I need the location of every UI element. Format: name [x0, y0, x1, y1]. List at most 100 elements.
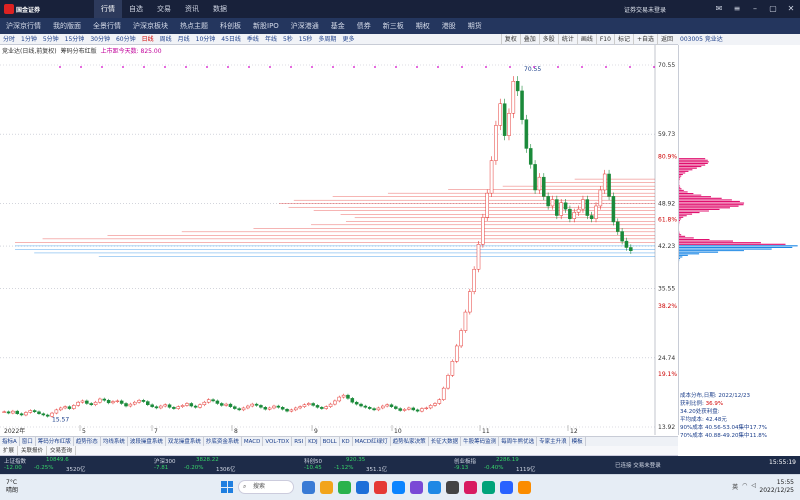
chip-distribution-panel[interactable] — [678, 45, 800, 435]
indicator-tab-11[interactable]: KDJ — [306, 436, 321, 447]
tool-1[interactable]: 叠加 — [519, 34, 539, 45]
weather-widget[interactable]: 7°C 晴朗 — [6, 479, 18, 495]
event-marker[interactable] — [395, 66, 397, 68]
indicator-tab-7[interactable]: 抄底资金系统 — [204, 436, 242, 447]
period-13[interactable]: 5秒 — [280, 34, 296, 45]
event-marker[interactable] — [374, 66, 376, 68]
menu-0[interactable]: 行情 — [94, 0, 122, 18]
period-8[interactable]: 月线 — [175, 34, 193, 45]
nav-tab-8[interactable]: 基金 — [325, 18, 351, 34]
tool-5[interactable]: F10 — [595, 34, 614, 45]
indicator-tab-8[interactable]: MACD — [242, 436, 264, 447]
indicator-tab-4[interactable]: 均线系统 — [101, 436, 128, 447]
nav-tab-4[interactable]: 热点主题 — [174, 18, 214, 34]
event-marker[interactable] — [437, 66, 439, 68]
event-marker[interactable] — [605, 66, 607, 68]
kline-chart[interactable]: 70.55 59.73 48.92 42.23 35.55 24.74 13.92 80.9%… — [0, 45, 678, 435]
menu-2[interactable]: 交易 — [150, 0, 178, 18]
system-tray[interactable]: 英 ◠ ◁ — [732, 482, 756, 491]
event-marker[interactable] — [461, 66, 463, 68]
ticker-name-3[interactable]: 创业板指 — [454, 457, 476, 465]
event-marker[interactable] — [80, 66, 82, 68]
period-15[interactable]: 多周期 — [315, 34, 339, 45]
minimize-icon[interactable]: – — [750, 4, 760, 14]
nav-tab-13[interactable]: 期货 — [462, 18, 488, 34]
login-status[interactable]: 证券交易未登录 — [624, 5, 666, 14]
taskbar-clock[interactable]: 15:55 2022/12/25 — [759, 479, 794, 495]
taskbar-app-icon-8[interactable] — [446, 481, 459, 494]
indicator-tab-16[interactable]: 长征大数据 — [429, 436, 462, 447]
taskbar-app-icon-12[interactable] — [518, 481, 531, 494]
taskbar-app-icon-7[interactable] — [428, 481, 441, 494]
indicator-tab-6[interactable]: 双龙操盘系统 — [166, 436, 204, 447]
indicator-tab-13[interactable]: KD — [340, 436, 353, 447]
event-marker[interactable] — [269, 66, 271, 68]
period-14[interactable]: 15秒 — [296, 34, 316, 45]
nav-tab-9[interactable]: 债券 — [351, 18, 377, 34]
event-marker[interactable] — [533, 66, 535, 68]
taskbar-app-icon-6[interactable] — [410, 481, 423, 494]
nav-tab-12[interactable]: 港股 — [436, 18, 462, 34]
tool-3[interactable]: 统计 — [557, 34, 577, 45]
period-11[interactable]: 季线 — [244, 34, 262, 45]
period-4[interactable]: 30分钟 — [87, 34, 113, 45]
event-marker[interactable] — [557, 66, 559, 68]
event-marker[interactable] — [206, 66, 208, 68]
nav-tab-3[interactable]: 沪深京板块 — [127, 18, 174, 34]
nav-tab-6[interactable]: 新股IPO — [247, 18, 285, 34]
maximize-icon[interactable]: ▢ — [768, 4, 778, 14]
ticker-name-0[interactable]: 上证指数 — [4, 457, 26, 465]
taskbar-app-icon-9[interactable] — [464, 481, 477, 494]
period-3[interactable]: 15分钟 — [62, 34, 88, 45]
period-2[interactable]: 5分钟 — [40, 34, 62, 45]
event-marker[interactable] — [101, 66, 103, 68]
period-0[interactable]: 分时 — [0, 34, 18, 45]
nav-tab-7[interactable]: 沪深港通 — [285, 18, 325, 34]
overlay-name[interactable]: 筹码分布红版 — [61, 46, 97, 55]
indicator-tab-14[interactable]: MACD红绿灯 — [353, 436, 391, 447]
period-12[interactable]: 年线 — [262, 34, 280, 45]
tool-2[interactable]: 多股 — [538, 34, 558, 45]
indicator-tab-19[interactable]: 专家主升浪 — [537, 436, 570, 447]
nav-tab-5[interactable]: 科创板 — [214, 18, 247, 34]
event-marker[interactable] — [248, 66, 250, 68]
event-marker[interactable] — [629, 66, 631, 68]
period-9[interactable]: 10分钟 — [193, 34, 219, 45]
nav-tab-1[interactable]: 我的版面 — [47, 18, 87, 34]
start-button[interactable] — [221, 481, 233, 493]
ticker-name-2[interactable]: 科创50 — [304, 457, 322, 465]
taskbar-search[interactable]: ⌕ 搜索 — [238, 480, 294, 494]
taskbar-app-icon-11[interactable] — [500, 481, 513, 494]
event-marker[interactable] — [416, 66, 418, 68]
nav-tab-2[interactable]: 全景行情 — [87, 18, 127, 34]
connection-status[interactable]: 已连接 交易未登录 — [615, 461, 661, 469]
event-marker[interactable] — [227, 66, 229, 68]
event-marker[interactable] — [164, 66, 166, 68]
indicator-tab-12[interactable]: BOLL — [321, 436, 340, 447]
menu-1[interactable]: 自选 — [122, 0, 150, 18]
period-5[interactable]: 60分钟 — [113, 34, 139, 45]
sub-tab-0[interactable]: 扩展 — [0, 445, 19, 456]
tool-8[interactable]: 返回 — [656, 34, 676, 45]
volume-icon[interactable]: ◁ — [751, 482, 756, 491]
nav-tab-11[interactable]: 期权 — [410, 18, 436, 34]
taskbar-app-icon-4[interactable] — [374, 481, 387, 494]
period-1[interactable]: 1分钟 — [18, 34, 40, 45]
tool-7[interactable]: +自选 — [632, 34, 657, 45]
taskbar-app-icon-2[interactable] — [338, 481, 351, 494]
event-marker[interactable] — [653, 66, 655, 68]
indicator-tab-17[interactable]: 牛股筹码监测 — [461, 436, 500, 447]
event-marker[interactable] — [59, 66, 61, 68]
period-16[interactable]: 更多 — [339, 34, 357, 45]
taskbar-app-icon-5[interactable] — [392, 481, 405, 494]
menu-3[interactable]: 资讯 — [178, 0, 206, 18]
message-icon[interactable]: ✉ — [714, 4, 724, 14]
period-10[interactable]: 45日线 — [218, 34, 244, 45]
period-7[interactable]: 周线 — [157, 34, 175, 45]
event-marker[interactable] — [485, 66, 487, 68]
event-marker[interactable] — [311, 66, 313, 68]
event-marker[interactable] — [290, 66, 292, 68]
tool-0[interactable]: 复权 — [500, 34, 520, 45]
period-6[interactable]: 日线 — [139, 34, 157, 45]
event-marker[interactable] — [353, 66, 355, 68]
